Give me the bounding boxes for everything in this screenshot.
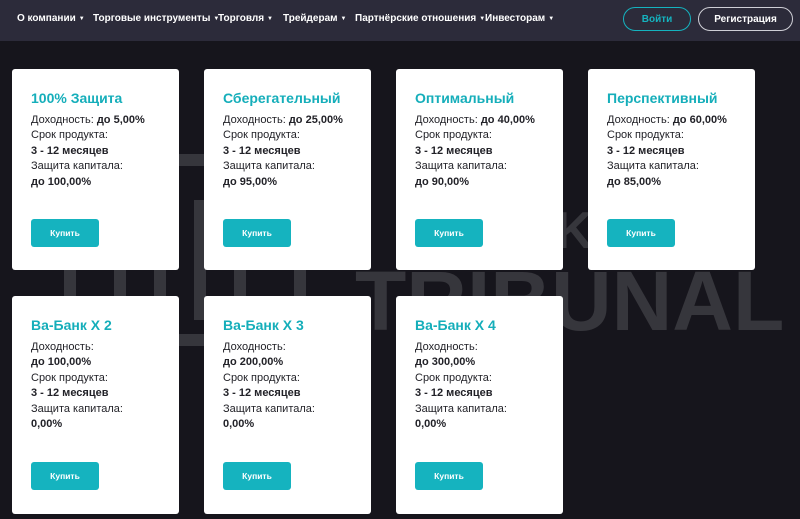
nav-item-instruments[interactable]: Торговые инструменты ▼ xyxy=(93,13,219,24)
register-button[interactable]: Регистрация xyxy=(698,7,793,31)
term-value: 3 - 12 месяцев xyxy=(415,144,493,157)
yield-value: до 40,00% xyxy=(480,114,535,126)
term-value: 3 - 12 месяцев xyxy=(607,144,685,157)
nav-item-about[interactable]: О компании ▼ xyxy=(17,13,85,24)
protection-value: 0,00% xyxy=(415,418,447,431)
buy-button[interactable]: Купить xyxy=(223,219,291,247)
yield-value: до 300,00% xyxy=(415,356,476,369)
term-value: 3 - 12 месяцев xyxy=(415,387,493,400)
product-card-savings: Сберегательный Доходность: до 25,00% Сро… xyxy=(204,69,371,270)
protection-value: до 85,00% xyxy=(607,175,662,188)
buy-button[interactable]: Купить xyxy=(223,462,291,490)
buy-button[interactable]: Купить xyxy=(31,462,99,490)
login-button[interactable]: Войти xyxy=(623,7,691,31)
term-label: Срок продукта: xyxy=(415,371,492,384)
caret-down-icon: ▼ xyxy=(340,16,347,22)
card-title: Сберегательный xyxy=(223,90,341,106)
yield-line: Доходность: до 25,00% xyxy=(223,113,371,128)
product-card-prospective: Перспективный Доходность: до 60,00% Срок… xyxy=(588,69,755,270)
term-label: Срок продукта: xyxy=(223,371,300,384)
nav-item-traders[interactable]: Трейдерам ▼ xyxy=(283,13,346,24)
yield-label: Доходность: xyxy=(415,341,478,353)
nav-item-investors[interactable]: Инвесторам ▼ xyxy=(485,13,554,24)
card-title: Ва-Банк X 2 xyxy=(31,317,112,333)
buy-button[interactable]: Купить xyxy=(415,462,483,490)
protection-value: до 90,00% xyxy=(415,175,470,188)
card-title: Перспективный xyxy=(607,90,718,106)
nav-item-partners[interactable]: Партнёрские отношения ▼ xyxy=(355,13,485,24)
term-label: Срок продукта: xyxy=(415,129,492,142)
caret-down-icon: ▼ xyxy=(267,16,273,22)
yield-value: до 200,00% xyxy=(223,356,284,369)
protection-label: Защита капитала: xyxy=(607,160,699,173)
protection-label: Защита капитала: xyxy=(223,160,315,173)
product-card-vabank-x4: Ва-Банк X 4 Доходность: до 300,00% Срок … xyxy=(396,296,563,514)
term-label: Срок продукта: xyxy=(31,129,108,142)
yield-label: Доходность: xyxy=(31,341,94,353)
protection-value: 0,00% xyxy=(223,418,255,431)
protection-label: Защита капитала: xyxy=(415,402,507,415)
protection-label: Защита капитала: xyxy=(223,402,315,415)
product-card-optimal: Оптимальный Доходность: до 40,00% Срок п… xyxy=(396,69,563,270)
nav-label: Инвесторам xyxy=(485,13,546,24)
yield-value: до 100,00% xyxy=(31,356,92,369)
yield-value: до 60,00% xyxy=(672,114,727,126)
product-card-vabank-x2: Ва-Банк X 2 Доходность: до 100,00% Срок … xyxy=(12,296,179,514)
yield-label: Доходность: xyxy=(415,114,478,126)
term-value: 3 - 12 месяцев xyxy=(31,387,109,400)
product-card-vabank-x3: Ва-Банк X 3 Доходность: до 200,00% Срок … xyxy=(204,296,371,514)
protection-value: до 95,00% xyxy=(223,175,278,188)
yield-line: Доходность: до 60,00% xyxy=(607,113,755,128)
protection-label: Защита капитала: xyxy=(31,402,123,415)
nav-item-trading[interactable]: Торговля ▼ xyxy=(218,13,273,24)
term-label: Срок продукта: xyxy=(607,129,684,142)
term-value: 3 - 12 месяцев xyxy=(223,387,301,400)
card-title: 100% Защита xyxy=(31,90,123,106)
protection-label: Защита капитала: xyxy=(415,160,507,173)
yield-label: Доходность: xyxy=(223,114,286,126)
protection-label: Защита капитала: xyxy=(31,160,123,173)
term-label: Срок продукта: xyxy=(31,371,108,384)
term-value: 3 - 12 месяцев xyxy=(31,144,109,157)
protection-value: до 100,00% xyxy=(31,175,92,188)
card-title: Оптимальный xyxy=(415,90,515,106)
card-title: Ва-Банк X 3 xyxy=(223,317,304,333)
top-navbar: О компании ▼ Торговые инструменты ▼ Торгов… xyxy=(0,0,800,41)
yield-value: до 5,00% xyxy=(96,114,145,126)
caret-down-icon: ▼ xyxy=(78,16,85,22)
buy-button[interactable]: Купить xyxy=(607,219,675,247)
card-title: Ва-Банк X 4 xyxy=(415,317,496,333)
nav-label: Торговые инструменты xyxy=(93,13,211,24)
yield-label: Доходность: xyxy=(31,114,94,126)
buy-button[interactable]: Купить xyxy=(415,219,483,247)
nav-label: Торговля xyxy=(218,13,265,24)
yield-label: Доходность: xyxy=(223,341,286,353)
yield-line: Доходность: до 40,00% xyxy=(415,113,563,128)
yield-label: Доходность: xyxy=(607,114,670,126)
caret-down-icon: ▼ xyxy=(548,16,555,22)
yield-line: Доходность: до 5,00% xyxy=(31,113,179,128)
buy-button[interactable]: Купить xyxy=(31,219,99,247)
protection-value: 0,00% xyxy=(31,418,63,431)
nav-label: Партнёрские отношения xyxy=(355,13,477,24)
term-label: Срок продукта: xyxy=(223,129,300,142)
nav-label: О компании xyxy=(17,13,76,24)
term-value: 3 - 12 месяцев xyxy=(223,144,301,157)
nav-label: Трейдерам xyxy=(283,13,338,24)
yield-value: до 25,00% xyxy=(288,114,343,126)
product-card-protection: 100% Защита Доходность: до 5,00% Срок пр… xyxy=(12,69,179,270)
